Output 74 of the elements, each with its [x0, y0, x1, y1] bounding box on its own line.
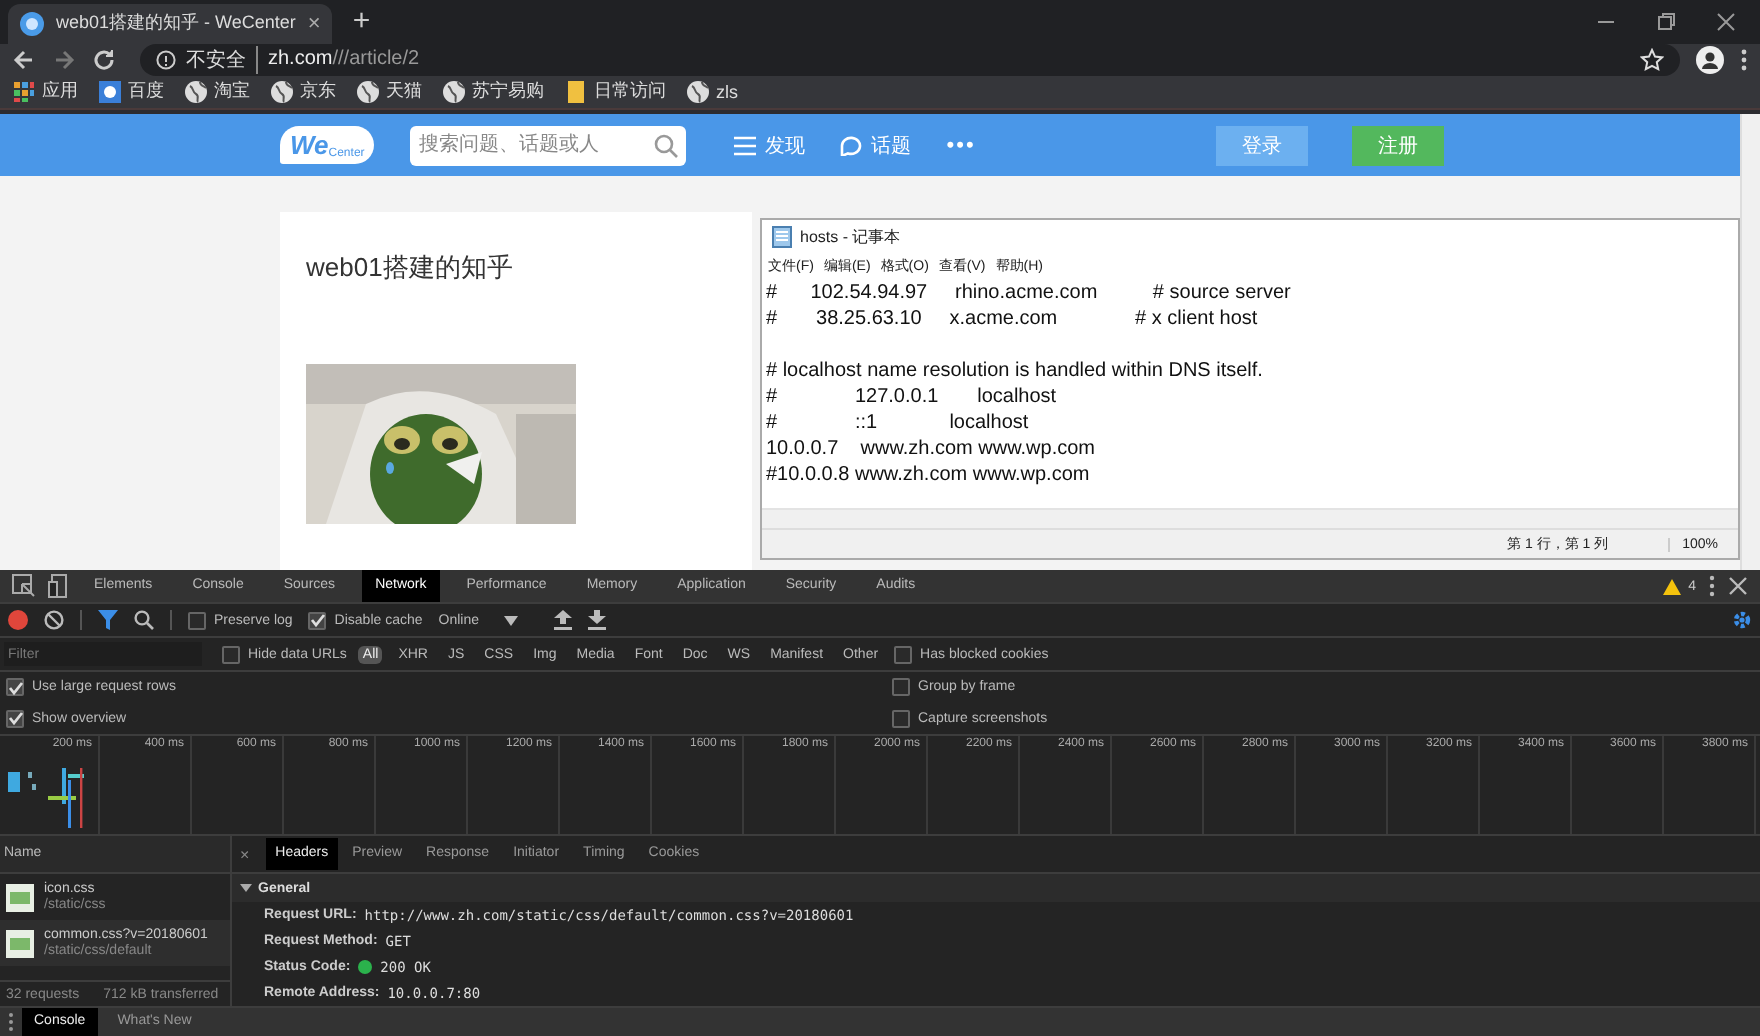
folder-icon: [564, 79, 588, 104]
search-icon[interactable]: [134, 610, 154, 630]
back-icon[interactable]: [12, 47, 36, 72]
security-label: 不安全: [186, 45, 258, 74]
checkbox[interactable]: [892, 709, 910, 728]
checkbox[interactable]: [892, 678, 910, 697]
file-icon: [6, 929, 34, 957]
globe-icon: [270, 79, 294, 104]
waterfall-overview-drawing: [8, 768, 88, 828]
check-icon: [309, 612, 326, 628]
bookmark[interactable]: 应用: [12, 78, 78, 105]
device-icon[interactable]: [48, 574, 68, 598]
restore-icon[interactable]: [1656, 11, 1676, 32]
record-button[interactable]: [8, 610, 28, 630]
text-line: # 102.54.94.97 rhino.acme.com # source server: [766, 280, 1293, 306]
scrollbar[interactable]: [1740, 114, 1760, 570]
site-icon: [20, 11, 44, 36]
globe-icon: [356, 79, 380, 104]
caret-icon: [503, 615, 517, 625]
account-icon[interactable]: [1696, 45, 1724, 74]
menu-icon[interactable]: [1740, 47, 1748, 72]
checkbox[interactable]: [894, 645, 913, 663]
notepad-icon: [772, 226, 792, 248]
forward-icon[interactable]: [52, 47, 76, 72]
article-title: web01搭建的知乎: [306, 250, 515, 286]
settings-icon[interactable]: [1732, 610, 1752, 630]
menu-icon[interactable]: [1708, 574, 1716, 598]
download-icon[interactable]: [587, 610, 605, 630]
menu-icon[interactable]: [8, 1012, 14, 1032]
scrollbar[interactable]: [762, 508, 1738, 528]
text-line: # 38.25.63.10 x.acme.com # x client host: [766, 306, 1260, 332]
checkbox[interactable]: [6, 678, 24, 697]
text-line: #10.0.0.8 www.zh.com www.wp.com: [766, 462, 1092, 488]
clear-icon[interactable]: [44, 610, 64, 630]
warning-icon: [1662, 577, 1683, 595]
star-icon[interactable]: [1640, 47, 1664, 72]
globe-icon: [442, 79, 466, 104]
reload-icon[interactable]: [92, 47, 116, 72]
bookmark[interactable]: 百度: [98, 78, 164, 105]
url-text: zh.com///article/2: [268, 48, 420, 71]
checkbox[interactable]: [308, 611, 327, 629]
checkbox[interactable]: [6, 709, 24, 728]
bookmark[interactable]: 苏宁易购: [442, 78, 544, 105]
text-line: # ::1 localhost: [766, 410, 1031, 436]
globe-icon: [686, 79, 710, 104]
apps-icon: [12, 79, 36, 104]
inspect-icon[interactable]: [12, 574, 36, 598]
file-icon: [6, 883, 34, 911]
info-icon: [156, 49, 176, 70]
browser-tab[interactable]: web01搭建的知乎 - WeCenter ×: [8, 3, 333, 44]
checkbox[interactable]: [188, 611, 206, 629]
close-icon[interactable]: [1716, 11, 1736, 32]
filter-icon[interactable]: [98, 610, 118, 630]
checkbox[interactable]: [222, 645, 240, 663]
close-icon[interactable]: ×: [240, 845, 250, 863]
bookmark[interactable]: zls: [686, 79, 738, 104]
text-line: # 127.0.0.1 localhost: [766, 384, 1059, 410]
close-icon[interactable]: ×: [307, 11, 321, 36]
list-icon: [734, 135, 757, 155]
bookmark[interactable]: 京东: [270, 78, 336, 105]
bookmark[interactable]: 日常访问: [564, 78, 666, 105]
search-field[interactable]: 搜索问题、话题或人: [410, 125, 687, 165]
tab-title: web01搭建的知乎 - WeCenter: [56, 10, 296, 37]
new-tab-button[interactable]: +: [352, 3, 371, 38]
upload-icon[interactable]: [553, 610, 571, 630]
text-line: 10.0.0.7 www.zh.com www.wp.com: [766, 436, 1098, 462]
globe-icon: [184, 79, 208, 104]
text-line: # localhost name resolution is handled within DNS itself.: [766, 358, 1265, 384]
chat-icon: [840, 135, 863, 155]
window-title: hosts - 记事本: [800, 226, 901, 248]
bookmark[interactable]: 淘宝: [184, 78, 250, 105]
close-icon[interactable]: [1728, 576, 1748, 596]
bookmark[interactable]: 天猫: [356, 78, 422, 105]
address-field[interactable]: 不安全 zh.com///article/2: [140, 43, 1680, 76]
